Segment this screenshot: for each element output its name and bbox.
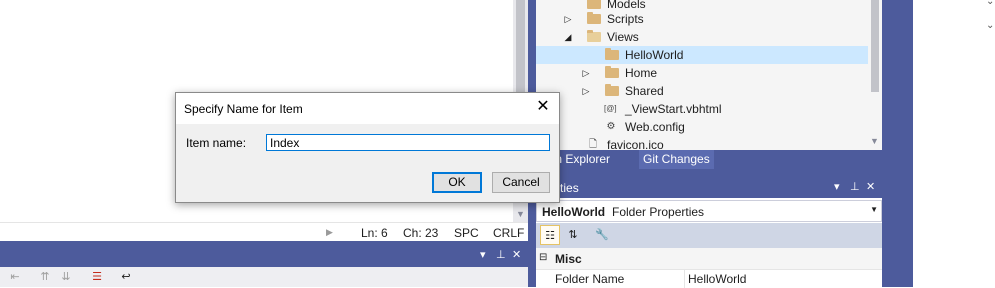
collapse-arrow-icon[interactable]: ◢	[563, 28, 573, 46]
column-indicator[interactable]: Ch: 23	[403, 226, 438, 240]
side-panel	[882, 0, 913, 287]
scroll-right-arrow-icon[interactable]: ▶	[326, 227, 333, 238]
folder-icon	[605, 66, 619, 78]
tree-item-shared[interactable]: ▷ Shared	[536, 82, 868, 100]
scroll-down-arrow-icon[interactable]: ▼	[513, 206, 528, 222]
property-value[interactable]: HelloWorld	[688, 272, 746, 286]
chevron-down-icon[interactable]: ⌄	[986, 20, 994, 31]
folder-icon	[587, 12, 601, 24]
word-wrap-icon[interactable]: ↩	[116, 267, 136, 287]
pin-icon[interactable]: ⊥	[496, 248, 506, 261]
object-type: Folder Properties	[612, 205, 705, 219]
bottom-panel-toolbar: ⇤ ⇈ ⇊ ☰ ↩	[0, 267, 528, 287]
property-row[interactable]: Folder Name HelloWorld	[536, 269, 882, 288]
folder-open-icon	[587, 30, 601, 42]
tree-item-views[interactable]: ◢ Views	[536, 28, 868, 46]
tree-item-helloworld[interactable]: HelloWorld	[536, 46, 868, 64]
properties-grid: ⊟ Misc Folder Name HelloWorld	[536, 248, 882, 288]
cancel-button[interactable]: Cancel	[492, 172, 550, 193]
move-down-icon[interactable]: ⇊	[56, 267, 76, 287]
item-name-input[interactable]	[266, 134, 550, 151]
far-right-panel: ⌄ ⌄	[913, 0, 995, 287]
close-icon[interactable]: ✕	[535, 99, 551, 115]
dialog-titlebar[interactable]: Specify Name for Item ✕	[176, 93, 559, 124]
folder-icon	[605, 84, 619, 96]
categorized-icon[interactable]: ☷	[540, 225, 560, 245]
tree-item-label: Scripts	[607, 12, 644, 26]
item-name-label: Item name:	[186, 136, 247, 150]
tree-scroll-down-icon[interactable]: ▼	[870, 136, 879, 146]
property-name: Folder Name	[555, 272, 625, 286]
chevron-down-icon[interactable]: ⌄	[986, 0, 994, 7]
tree-item-viewstart[interactable]: [@] _ViewStart.vbhtml	[536, 100, 868, 118]
line-indicator[interactable]: Ln: 6	[361, 226, 388, 240]
object-selector[interactable]: HelloWorld Folder Properties ▼	[536, 200, 882, 222]
tree-item-scripts[interactable]: ▷ Scripts	[536, 10, 868, 28]
bottom-panel-header: ▾ ⊥ ✕	[0, 246, 528, 267]
property-pages-icon[interactable]: 🔧	[592, 225, 612, 245]
expand-arrow-icon[interactable]: ▷	[581, 82, 591, 100]
pin-icon[interactable]: ⊥	[850, 180, 860, 193]
delete-list-icon[interactable]: ☰	[87, 267, 107, 287]
dropdown-arrow-icon[interactable]: ▾	[480, 248, 486, 261]
tab-git-changes[interactable]: Git Changes	[639, 150, 714, 169]
folder-icon	[587, 0, 601, 9]
expand-arrow-icon[interactable]: ▷	[581, 64, 591, 82]
specify-name-dialog: Specify Name for Item ✕ Item name: OK Ca…	[175, 92, 560, 203]
alphabetical-sort-icon[interactable]: ⇅	[563, 225, 583, 245]
close-icon[interactable]: ✕	[866, 180, 875, 193]
tree-item-label: _ViewStart.vbhtml	[625, 102, 722, 116]
line-ending-indicator[interactable]: CRLF	[493, 226, 524, 240]
tree-scrollbar-thumb[interactable]	[871, 0, 879, 92]
solution-explorer-tabs: ution Explorer Git Changes	[536, 150, 882, 169]
ok-button[interactable]: OK	[432, 172, 482, 193]
tree-item-webconfig[interactable]: ⚙ Web.config	[536, 118, 868, 136]
outdent-icon[interactable]: ⇤	[5, 267, 25, 287]
tree-item-home[interactable]: ▷ Home	[536, 64, 868, 82]
whitespace-indicator[interactable]: SPC	[454, 226, 479, 240]
properties-toolbar: ☷ ⇅ 🔧	[536, 223, 882, 248]
category-row[interactable]: ⊟ Misc	[536, 250, 882, 268]
close-icon[interactable]: ✕	[512, 248, 521, 261]
razor-file-icon: [@]	[604, 104, 617, 113]
dropdown-arrow-icon[interactable]: ▾	[834, 180, 840, 193]
object-name: HelloWorld	[542, 205, 606, 219]
move-up-icon[interactable]: ⇈	[35, 267, 55, 287]
collapse-icon[interactable]: ⊟	[539, 252, 547, 263]
chevron-down-icon[interactable]: ▼	[870, 205, 878, 214]
editor-scrollbar-thumb[interactable]	[516, 0, 525, 100]
tree-item-label: Shared	[625, 84, 664, 98]
tree-item-label: Home	[625, 66, 658, 80]
config-file-icon: ⚙	[606, 121, 616, 132]
panel-separator	[536, 169, 882, 178]
tree-item-label: Views	[607, 30, 639, 44]
properties-header: operties ▾ ⊥ ✕	[536, 178, 882, 198]
expand-arrow-icon[interactable]: ▷	[563, 10, 573, 28]
editor-status-bar: ▶ Ln: 6 Ch: 23 SPC CRLF	[0, 222, 528, 241]
dialog-title: Specify Name for Item	[184, 102, 303, 116]
category-label: Misc	[555, 252, 582, 266]
folder-icon	[605, 48, 619, 60]
tree-item-label: Web.config	[625, 120, 685, 134]
tree-item-label: HelloWorld	[625, 48, 684, 62]
